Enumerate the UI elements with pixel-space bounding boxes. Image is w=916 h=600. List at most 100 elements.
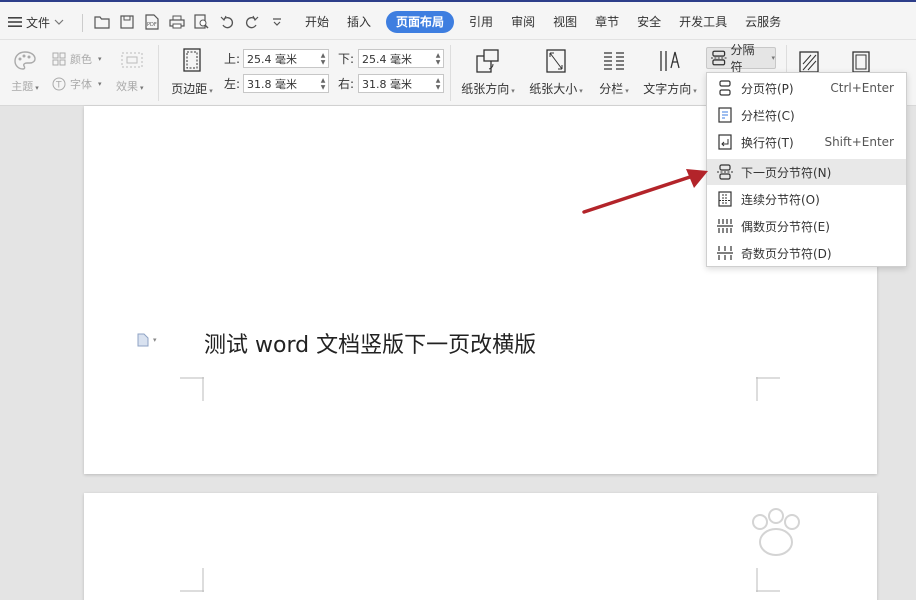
right-margin-input[interactable]: 31.8 毫米 ▲ ▼ [358,74,444,93]
chevron-down-icon: ▾ [771,54,775,62]
left-margin-label: 左: [224,77,241,91]
chevron-down-icon [54,19,64,25]
top-margin-input[interactable]: 25.4 毫米 ▲ ▼ [243,49,329,68]
hamburger-icon [8,17,22,27]
export-pdf-icon[interactable]: PDF [142,12,162,32]
spin-up-icon[interactable]: ▲ [436,52,441,59]
page-margin-icon [183,48,201,72]
page-corner-mark [756,377,780,401]
columns-icon [604,52,624,70]
top-margin-label: 上: [224,52,241,66]
svg-text:T: T [55,81,62,91]
text-direction-button[interactable]: 文字方向 ▾ [640,48,700,97]
even-page-break-icon [715,216,735,236]
break-dropdown-menu: 分页符(P) Ctrl+Enter 分栏符(C) 换行符(T) Shift+En… [706,72,907,267]
break-icon [711,50,727,66]
save-icon[interactable] [117,12,137,32]
tab-review[interactable]: 审阅 [502,11,544,33]
page-corner-mark [180,568,204,592]
svg-text:PDF: PDF [147,22,157,28]
paper-size-icon [546,49,566,73]
columns-button[interactable]: 分栏 ▾ [594,48,634,97]
paper-size-label: 纸张大小 [529,82,578,96]
menu-item-line-break[interactable]: 换行符(T) Shift+Enter [707,129,906,155]
spin-up-icon[interactable]: ▲ [436,77,441,84]
chevron-down-icon: ▾ [153,336,157,344]
baidu-watermark-logo [752,508,800,556]
effect-label: 效果 [116,80,138,93]
paragraph-handle[interactable]: ▾ [137,333,157,347]
page-orientation-label: 纸张方向 [461,82,510,96]
menu-item-shortcut: Shift+Enter [824,135,894,149]
paper-size-button[interactable]: 纸张大小 ▾ [526,48,586,97]
bottom-margin-input[interactable]: 25.4 毫米 ▲ ▼ [358,49,444,68]
font-label: 字体 [70,78,92,91]
page-margin-button[interactable]: 页边距 ▾ [168,48,216,97]
menu-item-label: 奇数页分节符(D) [741,246,832,261]
tab-cloud-services[interactable]: 云服务 [736,11,790,33]
spin-down-icon[interactable]: ▼ [321,59,326,66]
tab-references[interactable]: 引用 [460,11,502,33]
undo-icon[interactable] [217,12,237,32]
break-label: 分隔符 [730,43,755,74]
tab-page-layout[interactable]: 页面布局 [386,11,455,33]
spin-up-icon[interactable]: ▲ [321,77,326,84]
theme-button[interactable]: 主题 ▾ [8,50,42,94]
left-margin-input[interactable]: 31.8 毫米 ▲ ▼ [243,74,329,93]
tab-security[interactable]: 安全 [628,11,670,33]
break-button[interactable]: 分隔符 ▾ [706,43,776,74]
spin-down-icon[interactable]: ▼ [436,59,441,66]
spin-down-icon[interactable]: ▼ [321,84,326,91]
separator [158,45,159,101]
page-orientation-icon [476,49,499,73]
color-button[interactable]: 颜色 ▾ [52,51,102,67]
text-direction-icon [660,51,680,71]
spin-up-icon[interactable]: ▲ [321,52,326,59]
menu-item-even-page-section-break[interactable]: 偶数页分节符(E) [707,213,906,239]
spin-down-icon[interactable]: ▼ [436,84,441,91]
page-orientation-button[interactable]: 纸张方向 ▾ [458,48,518,97]
page-corner-mark [180,377,204,401]
menu-item-label: 下一页分节符(N) [741,165,832,180]
ribbon-tabs: 开始 插入 页面布局 引用 审阅 视图 章节 安全 开发工具 云服务 [296,11,790,33]
effect-icon [121,52,143,68]
effect-button[interactable] [118,50,146,73]
print-icon[interactable] [167,12,187,32]
tab-section[interactable]: 章节 [586,11,628,33]
customize-dropdown-icon[interactable] [267,12,287,32]
tab-developer-tools[interactable]: 开发工具 [670,11,736,33]
open-folder-icon[interactable] [92,12,112,32]
print-preview-icon[interactable] [192,12,212,32]
bottom-margin-value: 25.4 毫米 [362,52,412,66]
text-direction-label: 文字方向 [643,82,692,96]
columns-label: 分栏 [599,82,624,96]
tab-insert[interactable]: 插入 [338,11,380,33]
left-margin-value: 31.8 毫米 [247,77,297,91]
annotation-arrow [582,169,708,214]
top-margin-value: 25.4 毫米 [247,52,297,66]
page-border-icon [799,51,819,73]
menu-item-next-page-section-break[interactable]: 下一页分节符(N) [707,159,906,185]
menu-item-continuous-section-break[interactable]: 连续分节符(O) [707,186,906,212]
column-break-icon [715,105,735,125]
color-label: 颜色 [70,53,92,66]
page-break-icon [715,78,735,98]
right-margin-label: 右: [338,77,355,91]
tab-view[interactable]: 视图 [544,11,586,33]
line-break-icon [715,132,735,152]
section-break-icon [715,162,735,182]
menu-item-label: 连续分节符(O) [741,192,820,207]
document-body-text[interactable]: 测试 word 文档竖版下一页改横版 [204,327,536,359]
menu-item-label: 分页符(P) [741,81,794,96]
font-button[interactable]: T 字体 ▾ [52,76,102,92]
odd-page-break-icon [715,243,735,263]
menu-item-label: 换行符(T) [741,135,794,150]
file-menu-button[interactable]: 文件 [8,11,64,33]
tab-home[interactable]: 开始 [296,11,338,33]
menu-bar: 文件 PDF 开始 插入 页面布局 引用 审阅 视图 章节 安全 开发工具 云服… [0,2,916,40]
separator [82,14,83,32]
menu-item-odd-page-section-break[interactable]: 奇数页分节符(D) [707,240,906,266]
menu-item-page-break[interactable]: 分页符(P) Ctrl+Enter [707,75,906,101]
redo-icon[interactable] [242,12,262,32]
menu-item-column-break[interactable]: 分栏符(C) [707,102,906,128]
